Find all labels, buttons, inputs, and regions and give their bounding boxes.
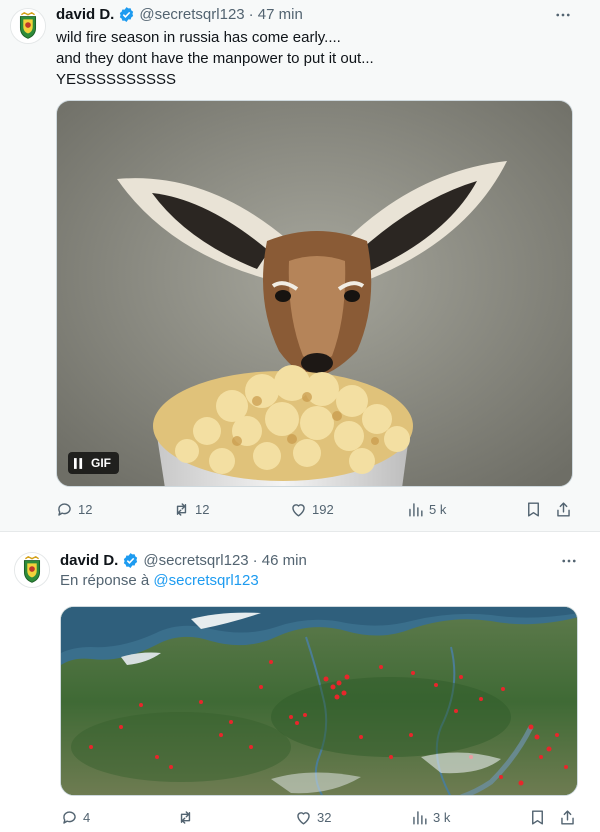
views-icon bbox=[413, 810, 427, 825]
tweet-actions: 12 12 192 5 k bbox=[0, 497, 600, 521]
share-icon bbox=[561, 809, 574, 825]
like-button[interactable]: 32 bbox=[294, 805, 331, 829]
reply-icon bbox=[58, 502, 71, 516]
tweet-header: david D. @secretsqrl123 · 46 min bbox=[60, 549, 307, 571]
avatar[interactable] bbox=[14, 552, 50, 588]
author-handle[interactable]: @secretsqrl123 bbox=[139, 6, 244, 23]
like-icon bbox=[292, 503, 305, 517]
tweet-text: wild fire season in russia has come earl… bbox=[56, 29, 374, 88]
like-count: 192 bbox=[312, 501, 334, 517]
author-handle[interactable]: @secretsqrl123 bbox=[143, 552, 248, 569]
share-icon bbox=[557, 501, 570, 517]
avatar-crest-image bbox=[15, 553, 49, 587]
avatar[interactable] bbox=[10, 8, 46, 44]
tweet-time[interactable]: · 46 min bbox=[253, 552, 307, 569]
views-icon bbox=[409, 502, 423, 517]
gif-badge[interactable]: GIF bbox=[68, 452, 119, 474]
reply-icon bbox=[63, 810, 76, 824]
reply-context: En réponse à @secretsqrl123 bbox=[60, 572, 259, 589]
bookmark-icon bbox=[532, 809, 543, 825]
tweet-1[interactable]: david D. @secretsqrl123 · 47 min wild fi… bbox=[0, 0, 600, 532]
gif-media[interactable]: GIF bbox=[56, 100, 573, 487]
bookmark-icon bbox=[528, 501, 539, 517]
pause-icon bbox=[74, 457, 83, 469]
repost-button[interactable] bbox=[176, 805, 199, 829]
reply-prefix: En réponse à bbox=[60, 572, 150, 589]
views-count: 5 k bbox=[429, 501, 447, 517]
more-button[interactable] bbox=[558, 550, 580, 572]
verified-badge-icon bbox=[120, 6, 134, 22]
views-button[interactable]: 3 k bbox=[410, 805, 450, 829]
verified-badge-icon bbox=[124, 552, 138, 568]
tweet-actions: 4 32 3 k bbox=[0, 805, 600, 829]
author-name[interactable]: david D. bbox=[56, 6, 114, 23]
avatar-crest-image bbox=[11, 9, 45, 43]
wildfire-map-image bbox=[61, 607, 577, 795]
map-media[interactable] bbox=[60, 606, 578, 796]
repost-count: 12 bbox=[195, 501, 210, 517]
bookmark-button[interactable] bbox=[524, 497, 543, 521]
more-button[interactable] bbox=[552, 4, 574, 26]
reply-button[interactable]: 4 bbox=[60, 805, 90, 829]
like-icon bbox=[297, 811, 310, 825]
repost-icon bbox=[180, 810, 191, 824]
gif-label: GIF bbox=[91, 456, 111, 470]
like-count: 32 bbox=[317, 809, 332, 825]
repost-button[interactable]: 12 bbox=[172, 497, 209, 521]
share-button[interactable] bbox=[554, 497, 573, 521]
author-name[interactable]: david D. bbox=[60, 552, 118, 569]
like-button[interactable]: 192 bbox=[289, 497, 334, 521]
views-button[interactable]: 5 k bbox=[406, 497, 446, 521]
reply-count: 12 bbox=[78, 501, 93, 517]
reply-count: 4 bbox=[83, 809, 91, 825]
popcorn-gif-image bbox=[57, 101, 572, 486]
reply-button[interactable]: 12 bbox=[55, 497, 92, 521]
reply-to-link[interactable]: @secretsqrl123 bbox=[153, 572, 258, 589]
tweet-time[interactable]: · 47 min bbox=[249, 6, 303, 23]
tweet-header: david D. @secretsqrl123 · 47 min bbox=[56, 3, 303, 25]
bookmark-button[interactable] bbox=[528, 805, 547, 829]
more-icon bbox=[562, 559, 576, 563]
repost-icon bbox=[176, 502, 187, 516]
more-icon bbox=[556, 13, 570, 17]
share-button[interactable] bbox=[558, 805, 577, 829]
views-count: 3 k bbox=[433, 809, 451, 825]
tweet-2[interactable]: david D. @secretsqrl123 · 46 min En répo… bbox=[0, 532, 600, 832]
